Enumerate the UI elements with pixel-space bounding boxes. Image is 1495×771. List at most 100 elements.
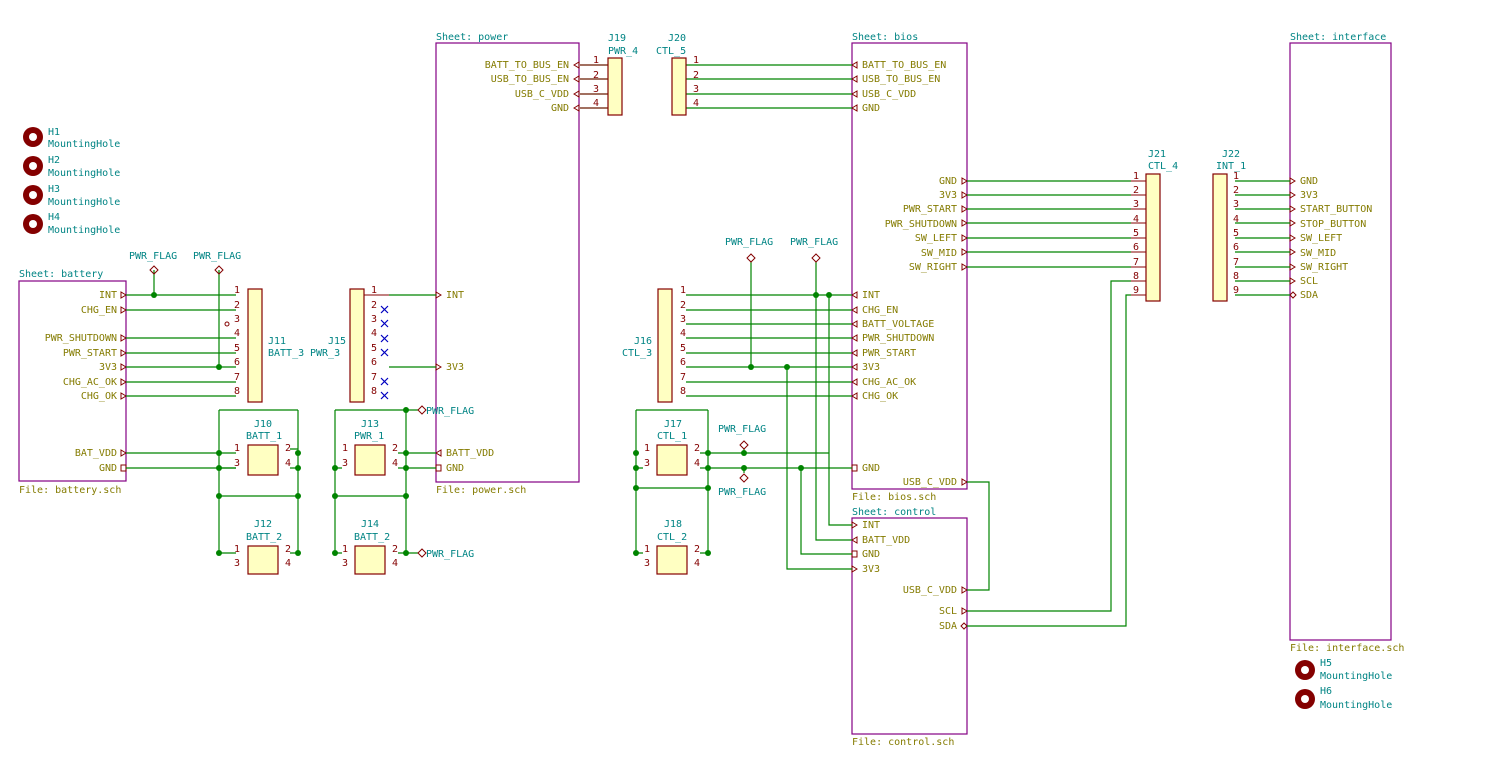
- connector-ref: J19: [608, 33, 626, 44]
- hole-ref: H3: [48, 184, 60, 195]
- hole-ref: H4: [48, 212, 60, 223]
- pin-number: 2: [234, 300, 240, 311]
- connector-j14[interactable]: J14 BATT_2 1 2 3 4: [342, 519, 398, 575]
- connector-ref: J13: [361, 419, 379, 430]
- pin-label: 3V3: [99, 362, 117, 373]
- pin-label: USB_C_VDD: [862, 89, 916, 100]
- sheet-interface-name: Sheet: interface: [1290, 32, 1386, 43]
- sheet-power[interactable]: Sheet: power File: power.sch BATT_TO_BUS…: [435, 32, 580, 496]
- sheet-power-file: File: power.sch: [436, 485, 526, 496]
- pin-number: 5: [371, 343, 377, 354]
- connector-j11[interactable]: J11 BATT_3 1 2 3 4 5 6 7 8: [224, 285, 304, 403]
- pin-number: 7: [680, 372, 686, 383]
- pwr-flag-5[interactable]: PWR_FLAG: [725, 237, 773, 263]
- pin-number: 6: [371, 357, 377, 368]
- connector-j10[interactable]: J10 BATT_1 1 2 3 4: [234, 419, 291, 476]
- pwr-flag-label: PWR_FLAG: [426, 549, 474, 560]
- pin-number: 3: [693, 84, 699, 95]
- pwr-flag-label: PWR_FLAG: [718, 424, 766, 435]
- pin-number: 1: [1233, 171, 1239, 182]
- connector-j12[interactable]: J12 BATT_2 1 2 3 4: [234, 519, 291, 575]
- pin-label: BATT_VDD: [446, 448, 494, 459]
- pin-number: 4: [392, 458, 398, 469]
- pin-number: 7: [1133, 257, 1139, 268]
- connector-j19[interactable]: J19 PWR_4 1 2 3 4: [580, 33, 638, 116]
- pin-label: CHG_OK: [862, 391, 898, 402]
- sheet-interface-file: File: interface.sch: [1290, 643, 1404, 654]
- pin-number: 8: [680, 386, 686, 397]
- pin-label: SW_RIGHT: [909, 262, 957, 273]
- pin-number: 3: [234, 558, 240, 569]
- pin-number: 2: [593, 70, 599, 81]
- mounting-hole-h2[interactable]: H2 MountingHole: [23, 155, 120, 179]
- pwr-flag-3[interactable]: PWR_FLAG: [417, 405, 474, 417]
- connector-j20[interactable]: J20 CTL_5 1 2 3 4: [656, 33, 699, 116]
- mounting-hole-h5[interactable]: H5 MountingHole: [1295, 658, 1392, 682]
- connector-j17[interactable]: J17 CTL_1 1 2 3 4: [644, 419, 700, 476]
- pwr-flag-2[interactable]: PWR_FLAG: [193, 251, 241, 275]
- pin-number: 1: [342, 443, 348, 454]
- pin-label: 3V3: [446, 362, 464, 373]
- pin-number: 9: [1233, 285, 1239, 296]
- pin-label: SDA: [1300, 290, 1318, 301]
- pwr-flag-label: PWR_FLAG: [725, 237, 773, 248]
- pin-number: 4: [680, 328, 686, 339]
- pwr-flag-label: PWR_FLAG: [790, 237, 838, 248]
- pwr-flag-6[interactable]: PWR_FLAG: [790, 237, 838, 263]
- pin-label: GND: [551, 103, 569, 114]
- pin-number: 1: [680, 285, 686, 296]
- pin-label: SCL: [939, 606, 957, 617]
- pwr-flag-4[interactable]: PWR_FLAG: [417, 548, 474, 560]
- pin-label: USB_TO_BUS_EN: [862, 74, 940, 85]
- connector-j21[interactable]: J21 CTL_4 1 2 3 4 5 6 7 8 9: [1131, 149, 1178, 302]
- pwr-flag-label: PWR_FLAG: [426, 406, 474, 417]
- connector-value: PWR_3: [310, 348, 340, 359]
- mounting-hole-h1[interactable]: H1 MountingHole: [23, 127, 120, 150]
- pin-label: CHG_EN: [81, 305, 117, 316]
- connector-j15[interactable]: J15 PWR_3 1 2 3 4 5 6 7 8: [310, 285, 389, 403]
- connector-ref: J20: [668, 33, 686, 44]
- connector-ref: J22: [1222, 149, 1240, 160]
- pin-number: 3: [1233, 199, 1239, 210]
- sheet-battery[interactable]: Sheet: battery File: battery.sch INT CHG…: [18, 269, 127, 496]
- pin-label: GND: [862, 103, 880, 114]
- hole-value: MountingHole: [48, 139, 120, 150]
- connector-ref: J18: [664, 519, 682, 530]
- pin-number: 4: [285, 458, 291, 469]
- sheet-control[interactable]: Sheet: control File: control.sch INT BAT…: [851, 507, 968, 748]
- pin-label: SW_MID: [1300, 248, 1336, 259]
- connector-ref: J10: [254, 419, 272, 430]
- pin-number: 7: [371, 372, 377, 383]
- connector-value: CTL_3: [622, 348, 652, 359]
- pin-number: 4: [392, 558, 398, 569]
- pin-label: INT: [862, 290, 880, 301]
- pin-number: 6: [1233, 242, 1239, 253]
- pin-label: PWR_START: [63, 348, 117, 359]
- pin-number: 3: [234, 314, 240, 325]
- pin-number: 2: [1233, 185, 1239, 196]
- pin-label: PWR_SHUTDOWN: [862, 333, 934, 344]
- sheet-interface[interactable]: Sheet: interface File: interface.sch GND…: [1289, 32, 1404, 654]
- pin-label: PWR_SHUTDOWN: [45, 333, 117, 344]
- connector-j22[interactable]: J22 INT_1 1 2 3 4 5 6 7 8 9: [1212, 149, 1246, 302]
- pwr-flag-8[interactable]: PWR_FLAG: [718, 473, 766, 498]
- pin-number: 5: [1233, 228, 1239, 239]
- mounting-hole-h3[interactable]: H3 MountingHole: [23, 184, 120, 208]
- schematic-canvas: Sheet: battery File: battery.sch INT CHG…: [0, 0, 1495, 771]
- pin-number: 4: [694, 458, 700, 469]
- connector-j18[interactable]: J18 CTL_2 1 2 3 4: [644, 519, 700, 575]
- pin-number: 2: [680, 300, 686, 311]
- pin-label: CHG_EN: [862, 305, 898, 316]
- pin-label: BATT_VOLTAGE: [862, 319, 934, 330]
- sheet-bios[interactable]: Sheet: bios File: bios.sch BATT_TO_BUS_E…: [851, 32, 968, 503]
- mounting-hole-h4[interactable]: H4 MountingHole: [23, 212, 120, 236]
- pin-number: 1: [644, 443, 650, 454]
- mounting-hole-h6[interactable]: H6 MountingHole: [1295, 686, 1392, 711]
- connector-j13[interactable]: J13 PWR_1 1 2 3 4: [342, 419, 398, 476]
- pwr-flag-1[interactable]: PWR_FLAG: [129, 251, 177, 275]
- pwr-flag-7[interactable]: PWR_FLAG: [718, 424, 766, 450]
- pin-label: 3V3: [939, 190, 957, 201]
- connector-j16[interactable]: J16 CTL_3 1 2 3 4 5 6 7 8: [622, 285, 686, 403]
- pin-number: 5: [680, 343, 686, 354]
- pin-label: STOP_BUTTON: [1300, 219, 1366, 230]
